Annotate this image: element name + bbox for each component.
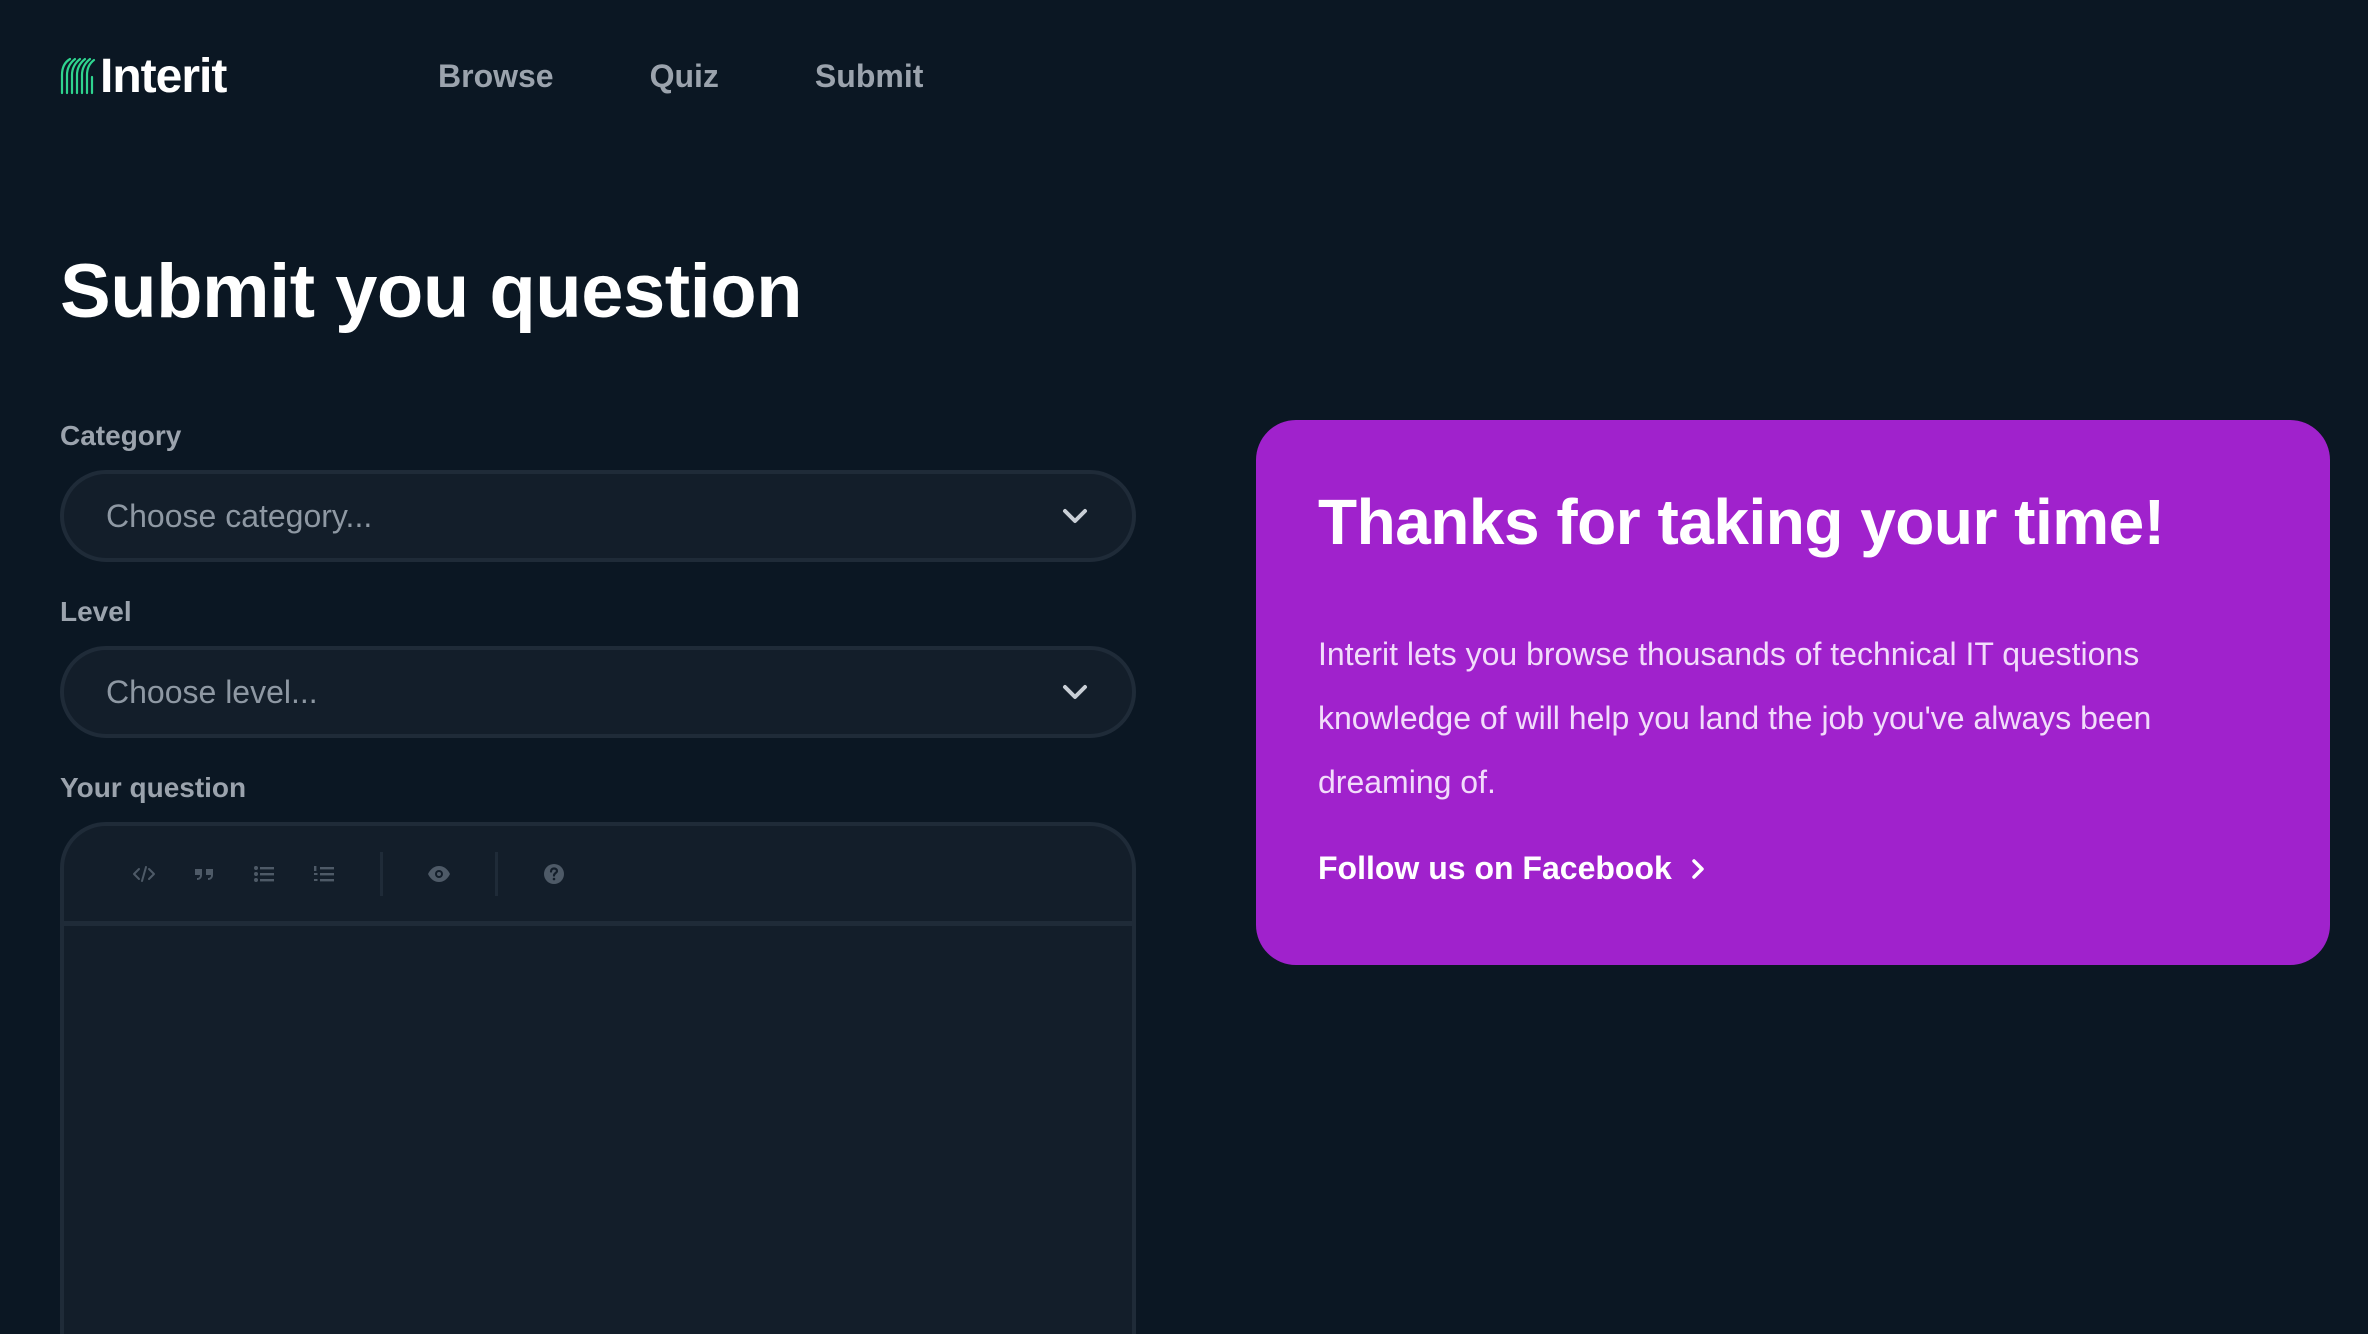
numbered-list-icon xyxy=(314,865,334,881)
help-icon xyxy=(544,863,564,884)
numbered-list-button[interactable] xyxy=(294,854,354,894)
facebook-link[interactable]: Follow us on Facebook xyxy=(1318,850,1706,887)
code-button[interactable] xyxy=(114,854,174,894)
code-icon xyxy=(133,865,155,882)
card-title: Thanks for taking your time! xyxy=(1318,486,2165,558)
bullet-list-icon xyxy=(254,865,274,882)
facebook-link-label: Follow us on Facebook xyxy=(1318,850,1672,886)
category-select[interactable]: Choose category... xyxy=(60,470,1136,562)
level-select-placeholder: Choose level... xyxy=(106,673,318,710)
logo-icon xyxy=(60,57,96,95)
level-label: Level xyxy=(60,596,132,627)
chevron-right-icon xyxy=(1692,858,1704,879)
page: Interit Browse Quiz Submit Submit you qu… xyxy=(0,0,2368,1334)
category-select-placeholder: Choose category... xyxy=(106,497,373,534)
question-editor xyxy=(60,822,1136,1334)
logo[interactable]: Interit xyxy=(60,49,227,104)
quote-button[interactable] xyxy=(174,854,234,894)
page-title: Submit you question xyxy=(60,249,803,334)
quote-icon xyxy=(195,868,213,880)
nav-quiz[interactable]: Quiz xyxy=(650,58,719,95)
toolbar-divider xyxy=(380,851,383,896)
level-select[interactable]: Choose level... xyxy=(60,646,1136,738)
category-label: Category xyxy=(60,420,182,451)
thanks-card: Thanks for taking your time! Interit let… xyxy=(1256,420,2330,965)
preview-eye-icon xyxy=(428,865,450,882)
preview-button[interactable] xyxy=(409,854,469,894)
help-button[interactable] xyxy=(524,854,584,894)
question-label: Your question xyxy=(60,772,247,803)
nav-browse[interactable]: Browse xyxy=(438,58,554,95)
chevron-down-icon xyxy=(1063,509,1087,523)
card-body: Interit lets you browse thousands of tec… xyxy=(1318,636,2152,800)
nav-submit[interactable]: Submit xyxy=(815,58,923,95)
chevron-down-icon xyxy=(1063,685,1087,699)
logo-text: Interit xyxy=(100,49,227,103)
bullet-list-button[interactable] xyxy=(234,854,294,894)
main-nav: Browse Quiz Submit xyxy=(438,46,1019,106)
editor-toolbar xyxy=(64,826,1132,926)
question-textarea[interactable] xyxy=(64,926,1132,1334)
toolbar-divider xyxy=(495,851,498,896)
header: Interit Browse Quiz Submit xyxy=(60,46,923,106)
